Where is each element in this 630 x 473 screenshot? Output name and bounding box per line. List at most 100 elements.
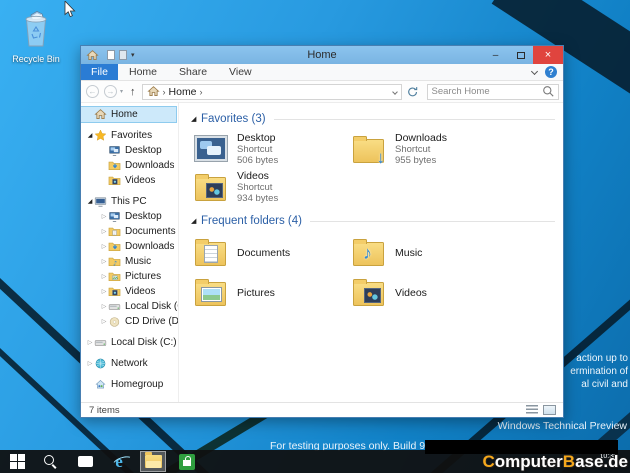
sidebar-item-label: Pictures	[125, 271, 161, 282]
search-icon	[44, 455, 58, 469]
forward-button[interactable]: →	[104, 85, 117, 98]
expander-icon[interactable]: ▷	[100, 258, 108, 265]
up-button[interactable]: ↑	[130, 86, 136, 98]
breadcrumb-separator: ›	[200, 87, 203, 97]
expander-icon[interactable]: ▷	[100, 213, 108, 220]
expander-icon[interactable]: ▷	[100, 318, 108, 325]
disk-icon	[108, 300, 121, 313]
tile-name: Pictures	[237, 287, 275, 299]
sidebar-item-home[interactable]: Home	[81, 107, 176, 122]
refresh-button[interactable]	[406, 85, 419, 98]
minimize-button[interactable]: –	[483, 46, 508, 64]
quick-access-toolbar[interactable]: ▾	[107, 50, 135, 60]
folder-doc-icon	[108, 225, 121, 238]
expander-icon[interactable]: ▷	[100, 243, 108, 250]
expander-icon[interactable]: ▷	[100, 228, 108, 235]
help-icon[interactable]: ?	[545, 66, 557, 78]
homegroup-icon	[94, 378, 107, 391]
sidebar-item-homegroup[interactable]: Homegroup	[81, 377, 178, 392]
recycle-bin-shortcut[interactable]: Recycle Bin	[4, 6, 68, 64]
expander-icon[interactable]: ◢	[86, 198, 94, 205]
sidebar-item-label: Music	[125, 256, 151, 267]
tab-share[interactable]: Share	[168, 64, 218, 80]
group-header-frequent-folders-4[interactable]: ◢Frequent folders (4)	[191, 215, 555, 227]
sidebar-item-cd-drive-d-jm1[interactable]: ▷CD Drive (D:) JM1	[81, 314, 178, 329]
file-tile-desktop[interactable]: DesktopShortcut506 bytes	[193, 131, 351, 167]
tab-file[interactable]: File	[81, 64, 118, 80]
video-thumbnail-icon	[206, 183, 223, 198]
qat-dropdown-icon[interactable]: ▾	[131, 51, 135, 59]
task-view-button[interactable]	[72, 451, 98, 472]
content-pane: ◢Favorites (3)DesktopShortcut506 bytes↓D…	[179, 103, 563, 402]
sidebar-item-pictures[interactable]: ▷ Pictures	[81, 269, 178, 284]
sidebar-item-favorites[interactable]: ◢Favorites	[81, 128, 178, 143]
sidebar-item-this-pc[interactable]: ◢This PC	[81, 194, 178, 209]
sidebar-item-label: Desktop	[125, 211, 162, 222]
address-bar-row: ← → ▾ ↑ › Home ›	[81, 81, 563, 103]
taskbar-search-button[interactable]	[38, 451, 64, 472]
expander-icon[interactable]: ▷	[100, 288, 108, 295]
internet-explorer-icon: e	[115, 454, 123, 469]
refresh-icon	[406, 85, 419, 98]
expander-icon[interactable]: ◢	[86, 132, 94, 139]
group-expander-icon[interactable]: ◢	[191, 115, 201, 123]
expander-icon[interactable]: ▷	[100, 303, 108, 310]
tab-home[interactable]: Home	[118, 64, 168, 80]
document-sheet-icon	[204, 245, 218, 263]
group-header-favorites-3[interactable]: ◢Favorites (3)	[191, 113, 555, 125]
internet-explorer-button[interactable]: e	[106, 451, 132, 472]
store-bag-icon	[179, 454, 195, 470]
maximize-button[interactable]	[508, 46, 533, 64]
title-bar[interactable]: ▾ Home – ×	[81, 46, 563, 64]
preview-watermark: Windows Technical Preview	[498, 420, 627, 432]
file-tile-pictures[interactable]: Pictures	[193, 273, 351, 311]
sidebar-item-local-disk-c[interactable]: ▷Local Disk (C:)	[81, 335, 178, 350]
back-button[interactable]: ←	[86, 85, 99, 98]
search-box[interactable]	[427, 84, 559, 100]
group-expander-icon[interactable]: ◢	[191, 217, 201, 225]
history-dropdown-icon[interactable]: ▾	[120, 88, 123, 95]
folder-pic-icon	[108, 270, 121, 283]
expander-icon[interactable]: ▷	[86, 339, 94, 346]
sidebar-item-downloads[interactable]: Downloads	[81, 158, 178, 173]
file-tile-videos[interactable]: Videos	[351, 273, 509, 311]
file-tile-videos[interactable]: VideosShortcut934 bytes	[193, 169, 351, 205]
expander-icon[interactable]: ▷	[100, 273, 108, 280]
folder-video-icon	[108, 285, 121, 298]
close-button[interactable]: ×	[533, 46, 563, 64]
desktop-screen-icon	[195, 136, 227, 161]
music-note-icon: ♪	[363, 242, 372, 264]
file-tile-documents[interactable]: Documents	[193, 233, 351, 271]
sidebar-item-music[interactable]: ▷ Music	[81, 254, 178, 269]
folder-icon: ↓	[353, 139, 384, 163]
search-input[interactable]	[428, 86, 542, 97]
sidebar-item-downloads[interactable]: ▷Downloads	[81, 239, 178, 254]
file-explorer-button[interactable]	[140, 451, 166, 472]
sidebar-item-network[interactable]: ▷Network	[81, 356, 178, 371]
sidebar-item-videos[interactable]: Videos	[81, 173, 178, 188]
breadcrumb[interactable]: Home	[169, 86, 197, 98]
group-items: Documents ♪ Music Pictures Videos	[191, 229, 555, 317]
expander-icon[interactable]: ▷	[86, 360, 94, 367]
thumbnail-view-icon[interactable]	[543, 405, 556, 415]
ribbon-collapse-icon[interactable]	[531, 67, 538, 74]
file-tile-music[interactable]: ♪ Music	[351, 233, 509, 271]
tile-name: Music	[395, 247, 422, 259]
tab-view[interactable]: View	[218, 64, 263, 80]
sidebar-item-videos[interactable]: ▷Videos	[81, 284, 178, 299]
address-box[interactable]: › Home ›	[142, 84, 402, 100]
store-button[interactable]	[174, 451, 200, 472]
address-dropdown-icon[interactable]	[392, 89, 398, 95]
qat-properties-icon[interactable]	[107, 50, 115, 60]
sidebar-item-documents[interactable]: ▷Documents	[81, 224, 178, 239]
disk-icon	[94, 336, 107, 349]
sidebar-item-desktop[interactable]: ▷ Desktop	[81, 209, 178, 224]
sidebar-item-desktop[interactable]: Desktop	[81, 143, 178, 158]
ribbon-tabs: File Home Share View ?	[81, 64, 563, 81]
details-view-icon[interactable]	[526, 405, 538, 414]
sidebar-item-local-disk-c[interactable]: ▷Local Disk (C:)	[81, 299, 178, 314]
video-thumbnail-icon	[364, 288, 381, 303]
qat-new-folder-icon[interactable]	[119, 50, 127, 60]
file-tile-downloads[interactable]: ↓DownloadsShortcut955 bytes	[351, 131, 509, 167]
start-button[interactable]	[4, 451, 30, 472]
